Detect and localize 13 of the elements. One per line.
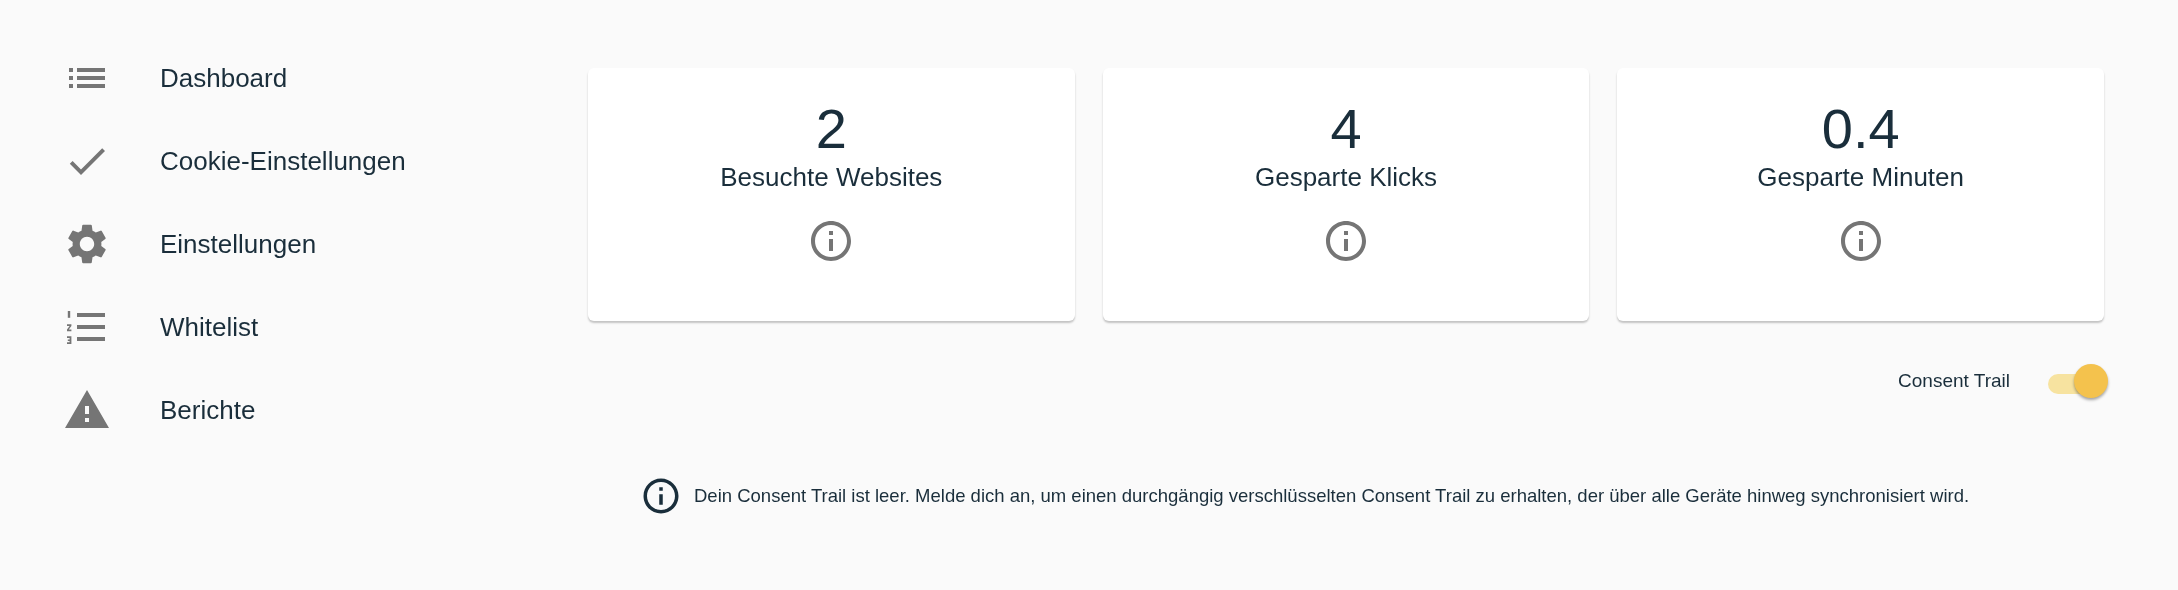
sidebar-item[interactable]: Einstellungen	[0, 219, 588, 269]
stat-label: Gesparte Minuten	[1757, 161, 1964, 193]
sidebar-item[interactable]: Dashboard	[0, 53, 588, 103]
notice-text: Dein Consent Trail ist leer. Melde dich an, um einen durchgängig verschlüsselten Consent Trail zu erhalten, der über alle Geräte hinweg synchronisiert wird.	[694, 485, 1970, 507]
stat-label: Besuchte Websites	[720, 161, 943, 193]
stat-value: 0.4	[1821, 98, 1900, 160]
stat-value: 4	[1330, 98, 1362, 160]
stat-value: 2	[815, 98, 847, 160]
sidebar-item[interactable]: Cookie-Einstellungen	[0, 136, 588, 186]
toggle-label: Consent Trail	[1898, 370, 2010, 392]
stat-label: Gesparte Klicks	[1254, 161, 1438, 193]
sidebar-item[interactable]: Berichte	[0, 385, 588, 435]
sidebar-item[interactable]: Whitelist	[0, 302, 588, 352]
